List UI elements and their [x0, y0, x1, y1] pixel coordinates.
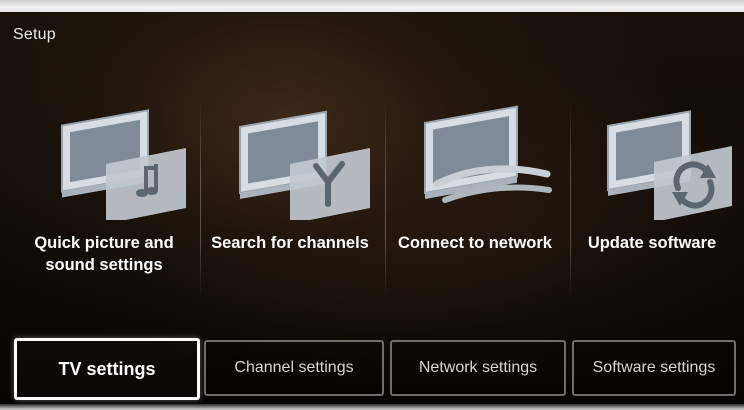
option-label-line1: Connect to network: [397, 234, 552, 252]
tv-music-icon: [61, 109, 186, 220]
settings-tabs: TV settings Channel settings Network set…: [14, 338, 738, 402]
option-label: Search for channels: [200, 232, 380, 254]
tv-bezel-top: [0, 0, 744, 12]
option-connect-network[interactable]: Connect to network: [385, 90, 565, 300]
tv-bezel-bottom: [0, 404, 744, 410]
option-search-channels[interactable]: Search for channels: [200, 90, 380, 300]
option-label-line2: sound settings: [45, 256, 163, 274]
option-quick-picture-sound[interactable]: Quick picture and sound settings: [14, 90, 194, 300]
tv-update-icon: [607, 110, 732, 220]
option-label: Update software: [562, 232, 742, 254]
option-label-line1: Update software: [587, 234, 717, 252]
tv-antenna-icon: [239, 110, 370, 220]
option-label-line1: Search for channels: [211, 234, 369, 252]
option-label: Quick picture and sound settings: [14, 232, 194, 276]
tv-setup-screen: Setup Quick picture and sound settings S…: [0, 0, 744, 410]
option-label-line1: Quick picture and: [34, 234, 174, 252]
tab-tv-settings[interactable]: TV settings: [14, 338, 200, 400]
tv-network-icon: [424, 105, 552, 203]
option-label: Connect to network: [385, 232, 565, 254]
tab-channel-settings[interactable]: Channel settings: [204, 340, 384, 396]
tab-network-settings[interactable]: Network settings: [390, 340, 566, 396]
tab-software-settings[interactable]: Software settings: [572, 340, 736, 396]
screen-title: Setup: [13, 26, 56, 43]
option-update-software[interactable]: Update software: [562, 90, 742, 300]
